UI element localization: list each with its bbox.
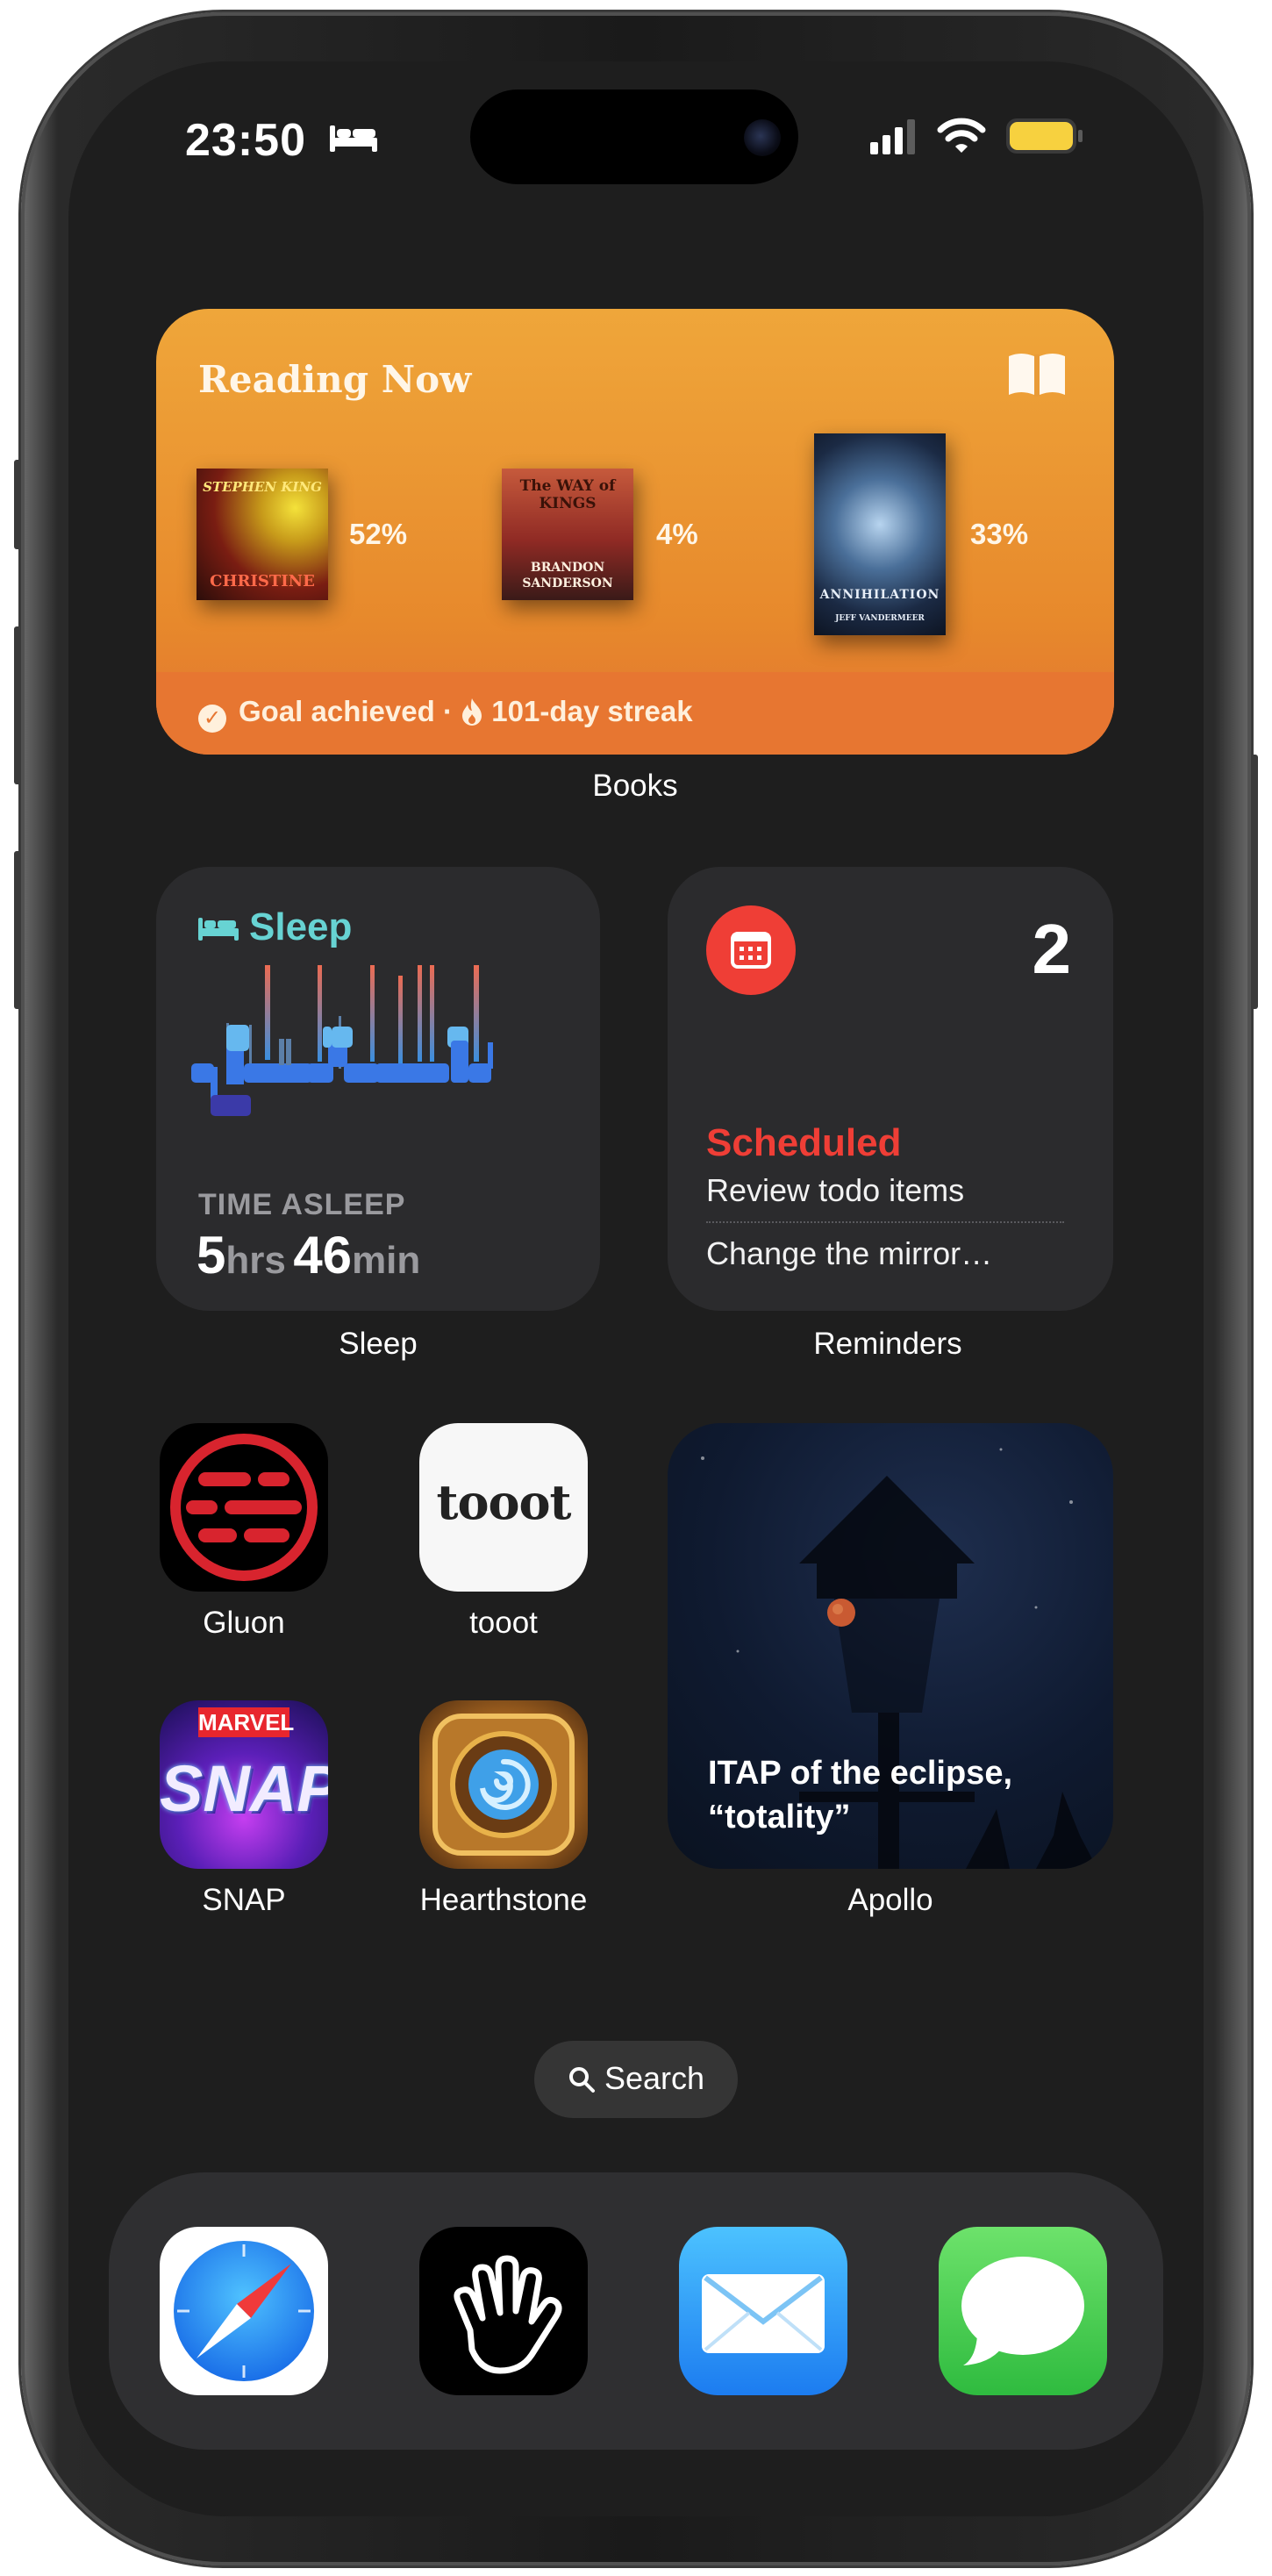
checkmark-icon: ✓	[198, 705, 226, 733]
caption-line: ITAP of the eclipse,	[708, 1755, 1013, 1792]
reading-goal-status: ✓ Goal achieved · 101-day streak	[198, 695, 693, 733]
envelope-icon	[702, 2274, 825, 2353]
marvel-snap-app-icon[interactable]: MARVEL SNAP	[160, 1700, 328, 1869]
sleep-minutes-unit: min	[352, 1239, 421, 1282]
messages-app-icon[interactable]	[939, 2227, 1107, 2395]
reminders-list-title: Scheduled	[706, 1121, 902, 1164]
reminder-item[interactable]: Review todo items	[706, 1172, 964, 1209]
gluon-app-icon[interactable]	[160, 1423, 328, 1592]
apollo-widget-label: Apollo	[847, 1883, 933, 1917]
books-widget-title: Reading Now	[198, 358, 472, 401]
dock	[109, 2172, 1163, 2450]
cover-title: The WAY of KINGS	[519, 477, 616, 512]
speech-bubble-icon	[961, 2257, 1084, 2365]
cover-author: BRANDON SANDERSON	[522, 561, 613, 590]
flame-icon	[462, 698, 482, 726]
power-button[interactable]	[1251, 755, 1258, 1009]
reminders-count: 2	[1032, 910, 1072, 988]
snap-logo-text: SNAP	[160, 1752, 328, 1825]
book-progress: 33%	[970, 518, 1029, 550]
sleep-widget[interactable]: Sleep TIME ASLEEP 5hrs 46min	[156, 867, 600, 1311]
streak-text: 101-day streak	[491, 695, 693, 727]
sleep-widget-title: Sleep	[249, 905, 353, 948]
calendar-icon	[731, 932, 771, 969]
tooot-app-label: tooot	[469, 1606, 538, 1640]
sleep-stages-chart	[191, 965, 493, 1116]
books-widget[interactable]: Reading Now STEPHEN KING CHRISTINE 52% T…	[156, 309, 1114, 755]
marvel-badge: MARVEL	[198, 1707, 295, 1737]
caption-line: “totality”	[708, 1799, 851, 1835]
reminder-item[interactable]: Change the mirror…	[706, 1235, 992, 1272]
apollo-post-caption: ITAP of the eclipse, “totality”	[708, 1751, 1012, 1839]
reminders-widget-label: Reminders	[813, 1327, 962, 1361]
clock-text: 23:50	[185, 115, 306, 166]
cover-title: ANNIHILATION	[819, 588, 940, 602]
home-search-button[interactable]: Search	[534, 2041, 738, 2118]
tooot-logo-text: tooot	[436, 1474, 572, 1530]
hand-icon	[454, 2255, 562, 2374]
action-button[interactable]	[14, 460, 21, 549]
bed-icon	[198, 918, 239, 941]
cover-author: JEFF VANDERMEER	[835, 614, 925, 623]
separator-dot: ·	[442, 695, 461, 727]
hearthstone-app-icon[interactable]	[419, 1700, 588, 1869]
hand-app-icon[interactable]	[419, 2227, 588, 2395]
status-time: 23:50	[185, 114, 379, 167]
sleep-hours-unit: hrs	[225, 1239, 286, 1282]
book-cover-annihilation[interactable]: ANNIHILATION JEFF VANDERMEER	[814, 433, 946, 635]
hearthstone-emblem-icon	[432, 1714, 575, 1856]
home-screen: 23:50 Reading Now STEPHEN KING CHRISTINE…	[68, 61, 1204, 2516]
time-asleep-caption: TIME ASLEEP	[198, 1188, 406, 1221]
goal-text: Goal achieved	[239, 695, 435, 727]
cover-title: CHRISTINE	[210, 572, 315, 590]
book-progress: 52%	[349, 518, 408, 550]
books-footer: ✓ Goal achieved · 101-day streak	[156, 672, 1114, 755]
scheduled-list-icon	[706, 905, 796, 995]
apollo-widget[interactable]: ITAP of the eclipse, “totality”	[668, 1423, 1113, 1869]
battery-icon	[1006, 118, 1083, 154]
books-widget-label: Books	[592, 769, 678, 803]
book-cover-way-of-kings[interactable]: The WAY of KINGS BRANDON SANDERSON	[502, 469, 633, 600]
mail-app-icon[interactable]	[679, 2227, 847, 2395]
gluon-app-label: Gluon	[203, 1606, 285, 1640]
search-icon	[569, 2067, 595, 2093]
volume-up-button[interactable]	[14, 626, 21, 784]
book-cover-christine[interactable]: STEPHEN KING CHRISTINE	[197, 469, 328, 600]
book-progress: 4%	[656, 518, 698, 550]
reminder-divider	[706, 1221, 1064, 1223]
wifi-icon	[937, 118, 986, 153]
open-book-icon	[1009, 354, 1065, 397]
gluon-logo-icon	[170, 1434, 318, 1581]
safari-compass-icon	[174, 2241, 314, 2381]
search-label: Search	[604, 2060, 705, 2096]
bed-icon	[330, 125, 378, 152]
front-camera	[744, 119, 781, 156]
tooot-app-icon[interactable]: tooot	[419, 1423, 588, 1592]
hearthstone-app-label: Hearthstone	[419, 1883, 588, 1917]
cellular-signal-icon	[870, 119, 915, 154]
reminders-widget[interactable]: 2 Scheduled Review todo items Change the…	[668, 867, 1113, 1311]
time-asleep-value: 5hrs 46min	[197, 1225, 420, 1285]
cover-author: STEPHEN KING	[203, 479, 322, 495]
sleep-hours: 5	[197, 1226, 226, 1284]
safari-app-icon[interactable]	[160, 2227, 328, 2395]
volume-down-button[interactable]	[14, 851, 21, 1009]
sleep-minutes: 46	[293, 1226, 353, 1284]
sleep-widget-label: Sleep	[339, 1327, 418, 1361]
snap-app-label: SNAP	[202, 1883, 286, 1917]
